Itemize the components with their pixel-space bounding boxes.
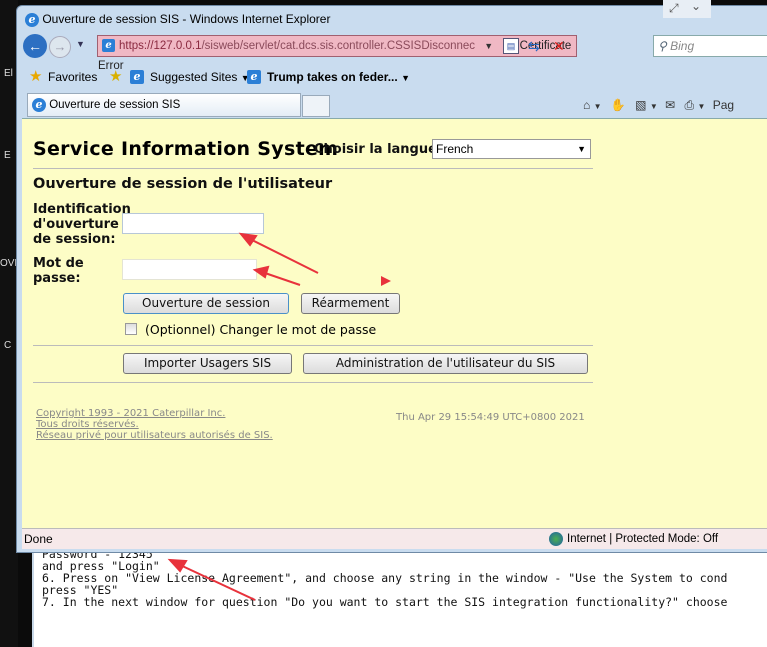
annotation-arrowhead: [252, 265, 270, 279]
annotation-arrowhead: [238, 232, 258, 247]
annotation-arrow: [177, 563, 256, 601]
annotation-arrows: [167, 232, 391, 601]
annotation-arrowhead: [167, 558, 188, 573]
annotation-arrowhead: [381, 276, 391, 286]
annotation-arrow: [261, 271, 301, 286]
annotation-arrow: [247, 237, 319, 274]
